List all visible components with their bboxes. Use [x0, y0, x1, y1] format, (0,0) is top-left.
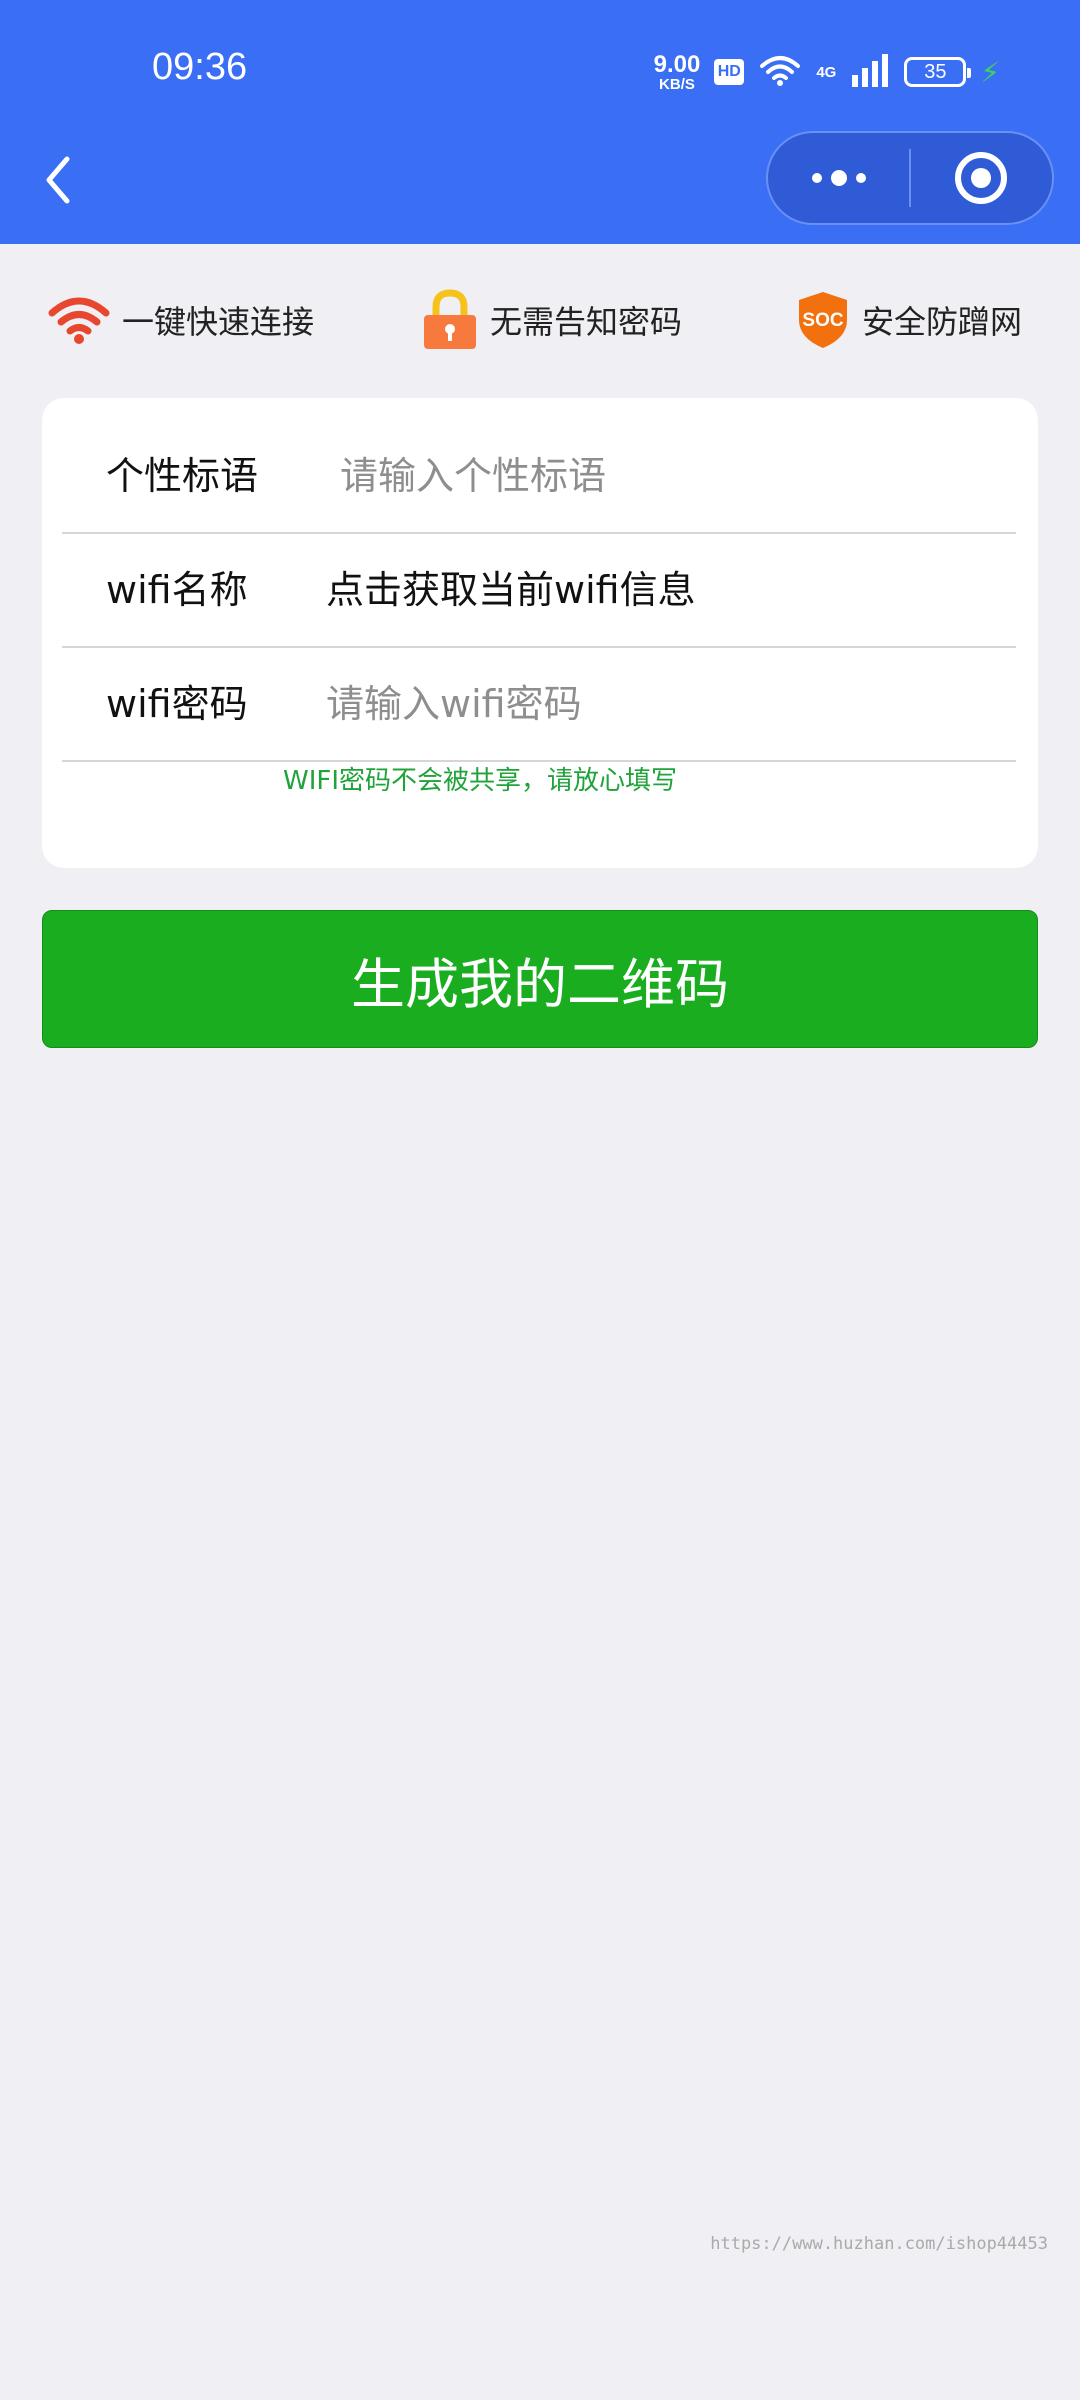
hd-badge: HD [714, 59, 745, 85]
wifi-form-card: 个性标语 请输入个性标语 wifi名称 点击获取当前wifi信息 wifi密码 … [42, 398, 1038, 868]
feature-no-password: 无需告知密码 [422, 280, 682, 360]
wifi-password-label: wifi密码 [106, 682, 248, 726]
charging-icon: ⚡ [980, 55, 1000, 89]
net-speed-unit: KB/S [659, 75, 695, 93]
header-bar: 09:36 9.00 KB/S HD 4G 35 ⚡ [0, 0, 1080, 244]
generate-qrcode-button[interactable]: 生成我的二维码 [42, 910, 1038, 1048]
slogan-label: 个性标语 [106, 454, 259, 498]
status-time: 09:36 [152, 46, 248, 88]
feature-label: 一键快速连接 [122, 303, 315, 341]
more-dots-icon [811, 170, 866, 186]
slogan-row: 个性标语 请输入个性标语 [62, 420, 1016, 534]
password-hint: WIFI密码不会被共享，请放心填写 [283, 766, 677, 796]
cell-signal-icon [850, 53, 890, 91]
close-mini-program-button[interactable] [911, 133, 1052, 223]
wifi-name-label: wifi名称 [106, 568, 248, 612]
lock-icon [424, 289, 476, 349]
wifi-icon [48, 297, 110, 344]
net-speed: 9.00 KB/S [653, 50, 701, 93]
watermark: https://www.huzhan.com/ishop44453 [710, 2234, 1048, 2254]
network-type: 4G [816, 63, 837, 81]
feature-label: 无需告知密码 [490, 303, 683, 341]
wifi-password-input[interactable]: 请输入wifi密码 [326, 648, 582, 760]
mini-program-capsule [766, 131, 1054, 225]
soc-shield-text: SOC [802, 310, 843, 331]
feature-anti-leech: SOC 安全防蹭网 [796, 280, 1022, 360]
battery-level: 35 [924, 60, 947, 83]
slogan-input[interactable]: 请输入个性标语 [340, 420, 606, 532]
wifi-name-row: wifi名称 点击获取当前wifi信息 [62, 534, 1016, 648]
wifi-signal-icon [758, 52, 802, 92]
soc-shield-icon: SOC [799, 292, 847, 348]
feature-quick-connect: 一键快速连接 [48, 280, 314, 360]
feature-highlights: 一键快速连接 无需告知密码 SOC 安全防蹭网 [0, 280, 1080, 360]
get-wifi-info-field[interactable]: 点击获取当前wifi信息 [326, 534, 696, 646]
target-circle-icon [955, 152, 1008, 204]
back-button[interactable] [38, 150, 78, 210]
chevron-left-icon [46, 156, 70, 204]
status-icons: 9.00 KB/S HD 4G 35 ⚡ [654, 50, 1000, 94]
more-menu-button[interactable] [768, 133, 909, 223]
wifi-password-row: wifi密码 请输入wifi密码 [62, 648, 1016, 762]
battery-icon: 35 [904, 57, 972, 87]
feature-label: 安全防蹭网 [862, 303, 1023, 341]
net-speed-value: 9.00 [653, 50, 701, 78]
